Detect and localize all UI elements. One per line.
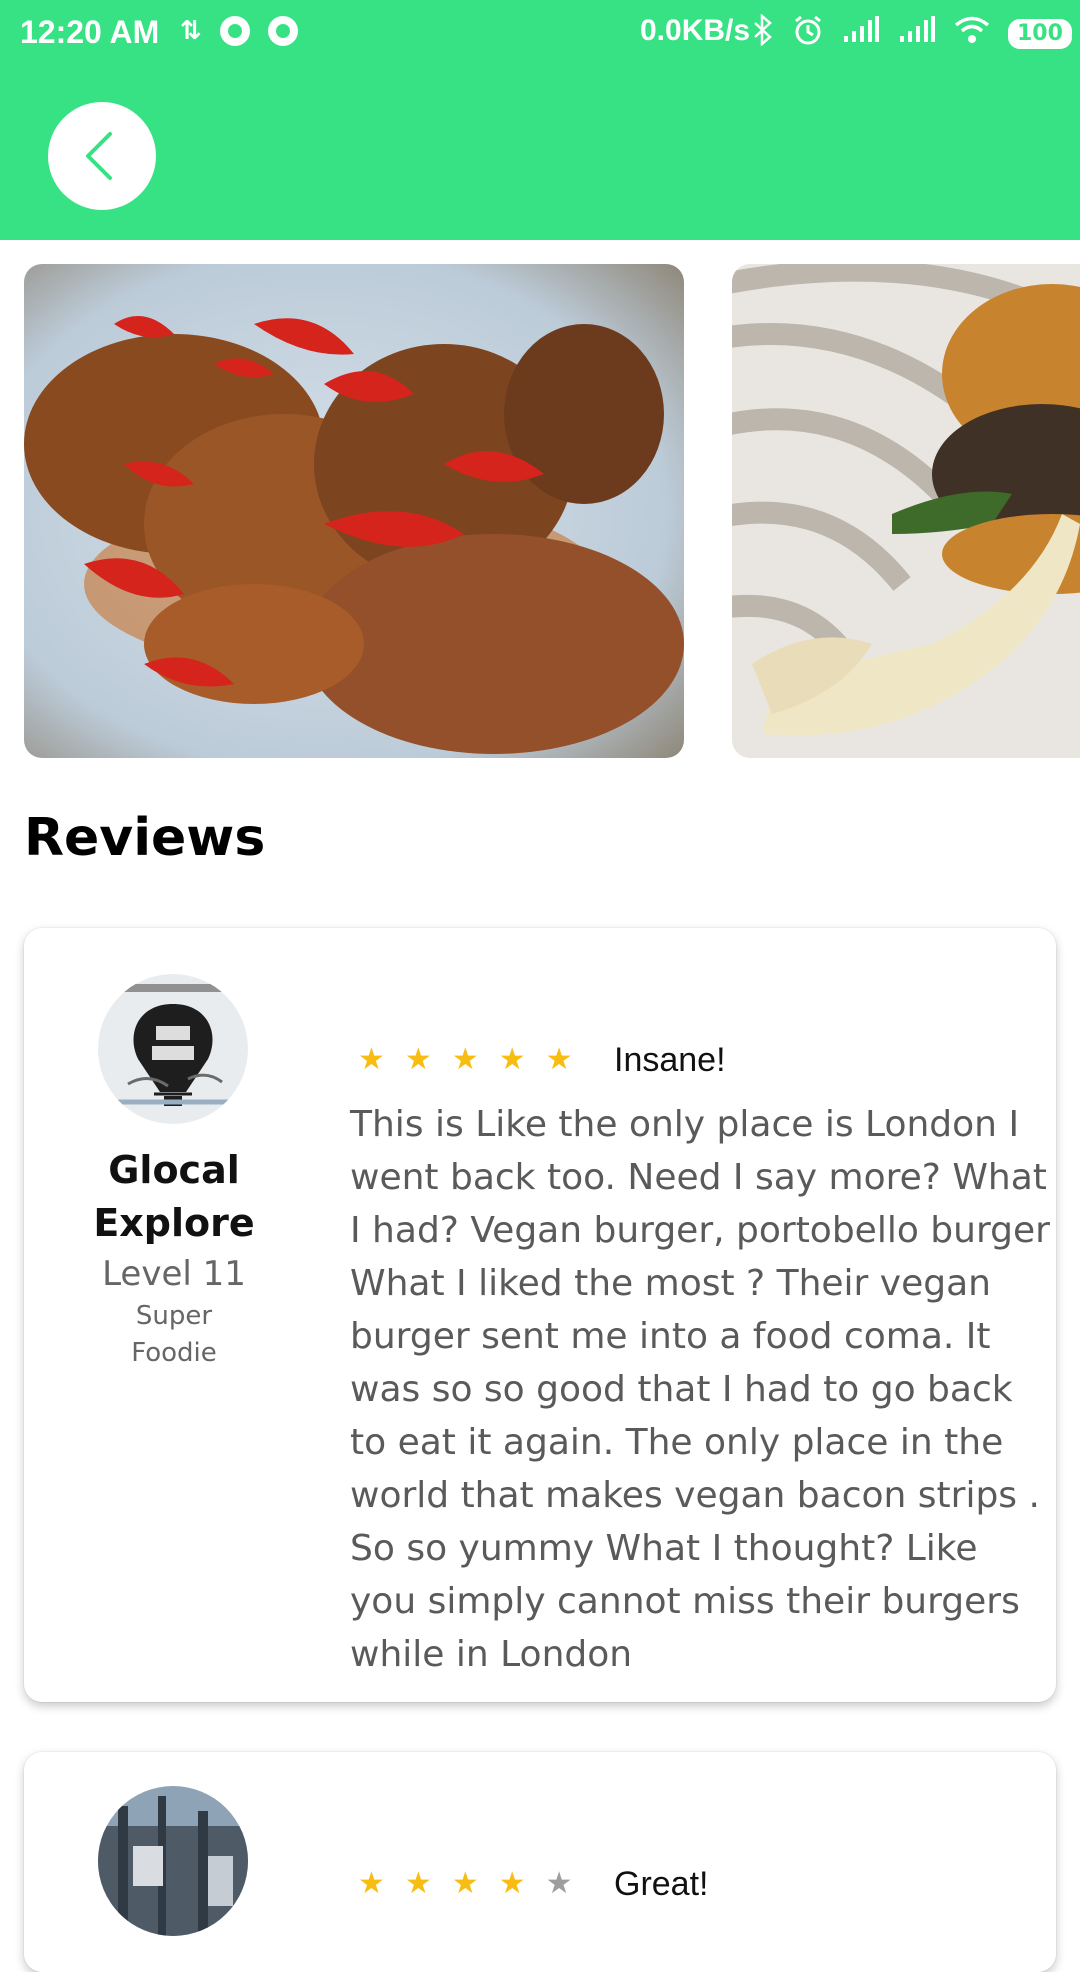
status-right-icons: 100 bbox=[752, 13, 1072, 54]
star-rating: ★ ★ ★ ★ ★ bbox=[358, 1042, 573, 1078]
status-bar: 12:20 AM ⇅ 0.0KB/s 100 bbox=[0, 0, 1080, 72]
reviewer-name[interactable]: Glocal Explore bbox=[24, 1144, 324, 1250]
star-filled-icon: ★ bbox=[451, 1866, 479, 1901]
bluetooth-icon bbox=[752, 13, 774, 54]
review-headline: Great! bbox=[614, 1865, 709, 1903]
reviewer-avatar[interactable] bbox=[98, 974, 248, 1124]
battery-indicator: 100 bbox=[1008, 19, 1072, 49]
status-time: 12:20 AM bbox=[20, 14, 160, 50]
alarm-icon bbox=[792, 14, 824, 54]
status-left-icons: ⇅ bbox=[180, 16, 298, 46]
reviewer-level: Level 11 bbox=[102, 1254, 246, 1294]
star-empty-icon: ★ bbox=[545, 1866, 573, 1901]
data-transfer-icon: ⇅ bbox=[180, 16, 202, 46]
signal-icon bbox=[898, 16, 936, 52]
notification-dot-icon bbox=[267, 16, 298, 46]
restaurant-photo[interactable] bbox=[24, 264, 684, 758]
reviews-heading: Reviews bbox=[24, 808, 266, 868]
wifi-icon bbox=[954, 16, 990, 52]
star-filled-icon: ★ bbox=[404, 1866, 432, 1901]
review-headline: Insane! bbox=[614, 1041, 726, 1079]
star-filled-icon: ★ bbox=[404, 1042, 432, 1077]
signal-icon bbox=[842, 16, 880, 52]
star-filled-icon: ★ bbox=[498, 1042, 526, 1077]
star-filled-icon: ★ bbox=[358, 1042, 385, 1077]
chevron-left-icon bbox=[86, 132, 112, 180]
restaurant-photo[interactable] bbox=[732, 264, 1080, 758]
star-rating: ★ ★ ★ ★ ★ bbox=[358, 1866, 573, 1902]
star-filled-icon: ★ bbox=[545, 1042, 573, 1077]
review-text: This is Like the only place is London I … bbox=[350, 1104, 1050, 1675]
reviewer-avatar[interactable] bbox=[98, 1786, 248, 1936]
reviewer-rank: Super Foodie bbox=[131, 1301, 217, 1368]
star-filled-icon: ★ bbox=[358, 1866, 385, 1901]
back-button[interactable] bbox=[48, 102, 156, 210]
review-card[interactable]: Glocal Explore Level 11 Super Foodie ★ ★ ★… bbox=[24, 928, 1056, 1702]
reviewer-info: Glocal Explore Level 11 Super Foodie bbox=[24, 1144, 324, 1372]
star-filled-icon: ★ bbox=[451, 1042, 479, 1077]
app-bar: 12:20 AM ⇅ 0.0KB/s 100 bbox=[0, 0, 1080, 240]
network-speed: 0.0KB/s bbox=[640, 14, 751, 47]
star-filled-icon: ★ bbox=[498, 1866, 526, 1901]
review-card[interactable]: ★ ★ ★ ★ ★ Great! bbox=[24, 1752, 1056, 1972]
notification-dot-icon bbox=[219, 16, 250, 46]
